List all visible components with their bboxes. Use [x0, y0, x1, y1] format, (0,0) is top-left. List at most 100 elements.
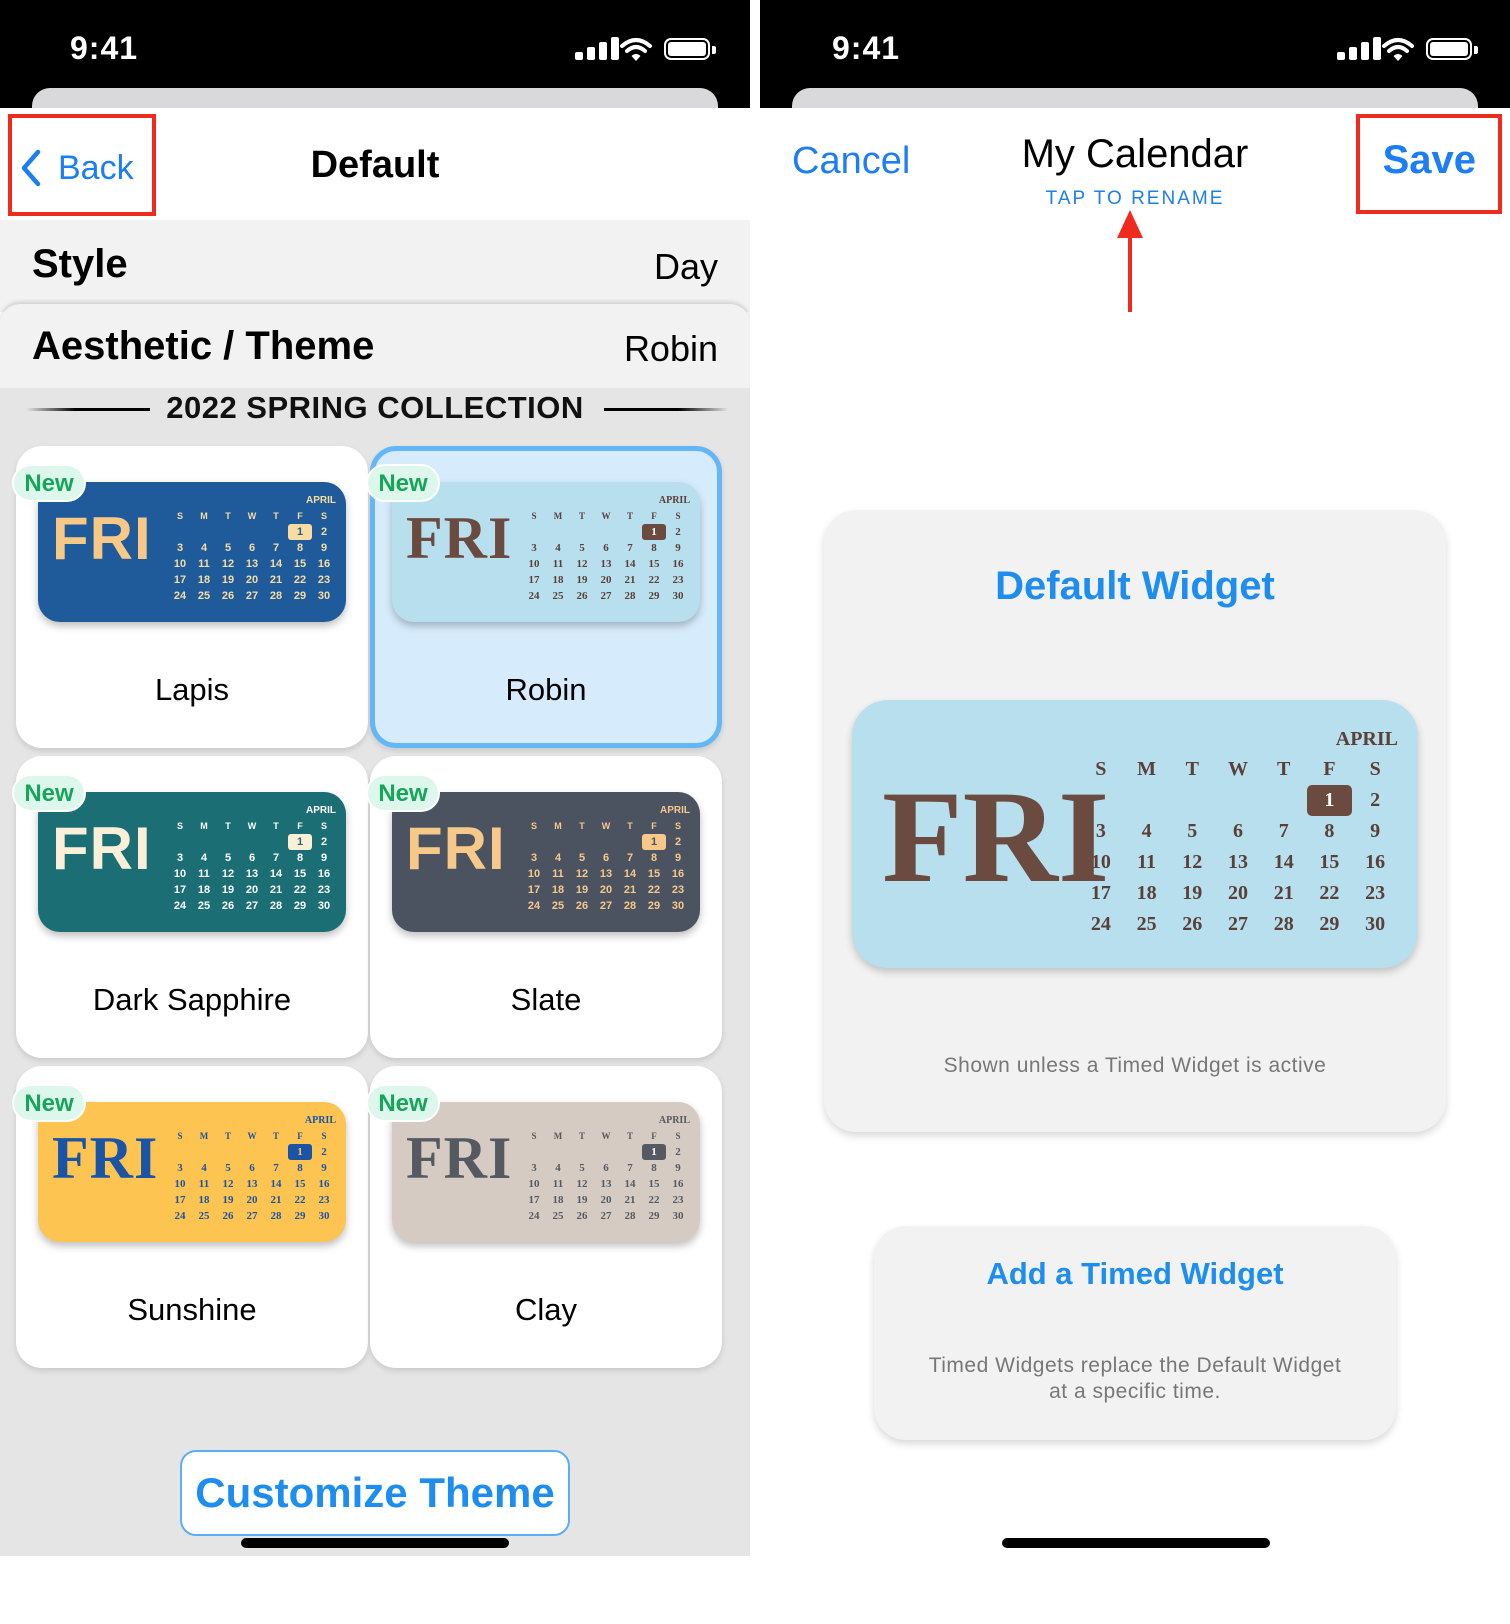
calendar-day: 29	[293, 590, 307, 602]
calendar-day: 6	[1232, 820, 1243, 842]
home-indicator	[1002, 1538, 1270, 1548]
theme-name: Slate	[510, 982, 582, 1017]
weekday-header: S	[177, 1131, 183, 1141]
calendar-day: 18	[552, 1194, 564, 1206]
calendar-day: 13	[245, 558, 259, 570]
preview-month: APRIL	[660, 805, 690, 816]
page-title: Default	[310, 144, 440, 186]
calendar-day: 25	[197, 900, 211, 912]
calendar-day: 8	[651, 542, 657, 554]
calendar-day	[594, 524, 618, 540]
calendar-day: 27	[600, 590, 612, 602]
calendar-day	[546, 834, 570, 850]
weekday-header: W	[1227, 758, 1248, 780]
calendar-day: 9	[675, 542, 681, 554]
calendar-day: 6	[248, 852, 256, 864]
calendar-day: 26	[575, 900, 589, 912]
calendar-day: 8	[296, 852, 304, 864]
calendar-day: 15	[647, 868, 661, 880]
save-button[interactable]: Save	[1383, 138, 1476, 183]
calendar-day: 26	[576, 590, 588, 602]
calendar-day: 16	[672, 558, 684, 570]
calendar-day: 5	[224, 852, 232, 864]
calendar-day: 21	[624, 1194, 636, 1206]
calendar-day	[618, 834, 642, 850]
weekday-header: S	[531, 1131, 537, 1141]
calendar-day: 12	[221, 868, 235, 880]
calendar-day: 3	[531, 1162, 537, 1174]
calendar-day	[1215, 785, 1261, 816]
calendar-day: 29	[294, 1210, 306, 1222]
calendar-day: 1	[288, 1144, 312, 1160]
calendar-day	[240, 834, 264, 850]
calendar-day: 23	[317, 884, 331, 896]
calendar-day: 19	[575, 884, 589, 896]
customize-theme-button[interactable]: Customize Theme	[180, 1450, 570, 1536]
theme-name: Sunshine	[127, 1292, 257, 1327]
calendar-day: 4	[555, 1162, 561, 1174]
calendar-day: 26	[1182, 913, 1203, 935]
calendar-day	[264, 834, 288, 850]
calendar-day: 9	[320, 852, 328, 864]
widget-preview: FRI APRIL S M T W T F S 1 2 3 4 5 6 7 8 9 10 11 12 13 14 15 16…	[852, 700, 1418, 968]
calendar-day	[618, 524, 642, 540]
theme-card[interactable]: New FRI APRIL S M T W T F S 1 2 3 4 5 6 7 8 9 10 11 12 13 14 15 1…	[12, 446, 368, 748]
calendar-day: 23	[671, 884, 685, 896]
calendar-day: 16	[318, 1178, 330, 1190]
preview-calendar-grid: S M T W T F S 1 2 3 4 5 6 7 8 9 10 11 12 13 14 15 16 17 18 19 20 21…	[522, 508, 690, 604]
calendar-day: 29	[648, 590, 660, 602]
preview-day: FRI	[52, 1125, 159, 1191]
theme-card[interactable]: New FRI APRIL S M T W T F S 1 2 3 4 5 6 7 8 9 10 11 12 13 14 15 1…	[366, 1066, 722, 1368]
weekday-header: S	[320, 821, 327, 831]
calendar-day: 21	[1273, 882, 1294, 904]
calendar-day: 11	[198, 558, 210, 570]
widget-day: FRI	[882, 763, 1110, 910]
calendar-day: 16	[317, 558, 331, 570]
calendar-day: 5	[579, 1162, 585, 1174]
calendar-day: 17	[528, 1194, 540, 1206]
calendar-day: 27	[599, 900, 613, 912]
calendar-day: 19	[1182, 882, 1203, 904]
calendar-day: 14	[269, 558, 283, 570]
theme-card[interactable]: New FRI APRIL S M T W T F S 1 2 3 4 5 6 7 8 9 10 11 12 13 14 15 1…	[12, 756, 368, 1058]
calendar-day: 5	[224, 542, 232, 554]
arrow-up-icon	[1117, 210, 1143, 312]
theme-card[interactable]: New FRI APRIL S M T W T F S 1 2 3 4 5 6 7 8 9 10 11 12 13 14 15 1…	[366, 756, 722, 1058]
calendar-day: 4	[200, 852, 208, 864]
theme-card[interactable]: New FRI APRIL S M T W T F S 1 2 3 4 5 6 7 8 9 10 11 12 13 14 15 1…	[12, 1066, 368, 1368]
weekday-header: W	[247, 821, 257, 831]
calendar-day: 6	[248, 542, 256, 554]
calendar-day: 30	[671, 900, 685, 912]
calendar-day: 26	[221, 590, 235, 602]
calendar-day: 4	[555, 542, 561, 554]
calendar-day: 7	[627, 542, 633, 554]
battery-icon	[664, 38, 710, 60]
theme-row[interactable]: Aesthetic / Theme Robin	[0, 304, 750, 388]
calendar-day	[546, 524, 570, 540]
calendar-day: 16	[317, 868, 331, 880]
add-timed-widget-button[interactable]: Add a Timed Widget Timed Widgets replace…	[874, 1226, 1396, 1440]
calendar-day: 18	[198, 1194, 210, 1206]
weekday-header: F	[297, 821, 303, 831]
calendar-day: 13	[1227, 851, 1248, 873]
calendar-day: 2	[674, 836, 682, 848]
preview-month: APRIL	[304, 1115, 336, 1126]
calendar-day: 10	[528, 1178, 540, 1190]
signal-bar-4	[611, 37, 619, 60]
calendar-day: 22	[294, 1194, 306, 1206]
theme-card[interactable]: New FRI APRIL S M T W T F S 1 2 3 4 5 6 7 8 9 10 11 12 13 14 15 1…	[366, 446, 722, 748]
calendar-day: 24	[173, 590, 187, 602]
widget-month: APRIL	[1335, 728, 1398, 750]
timed-widget-subtitle-line-2: at a specific time.	[1049, 1380, 1221, 1403]
default-widget-panel[interactable]: Default Widget FRI APRIL SMTWTFS12345678…	[824, 510, 1446, 1132]
wifi-icon	[1382, 38, 1414, 61]
weekday-header: S	[320, 511, 327, 521]
calendar-day: 20	[1227, 882, 1248, 904]
calendar-day	[264, 1144, 288, 1160]
calendar-day: 10	[173, 868, 187, 880]
weekday-header: M	[199, 1131, 209, 1141]
style-row[interactable]: Style Day	[0, 220, 750, 312]
calendar-day: 7	[1278, 820, 1289, 842]
weekday-header: S	[1095, 758, 1107, 780]
weekday-header: M	[200, 821, 208, 831]
